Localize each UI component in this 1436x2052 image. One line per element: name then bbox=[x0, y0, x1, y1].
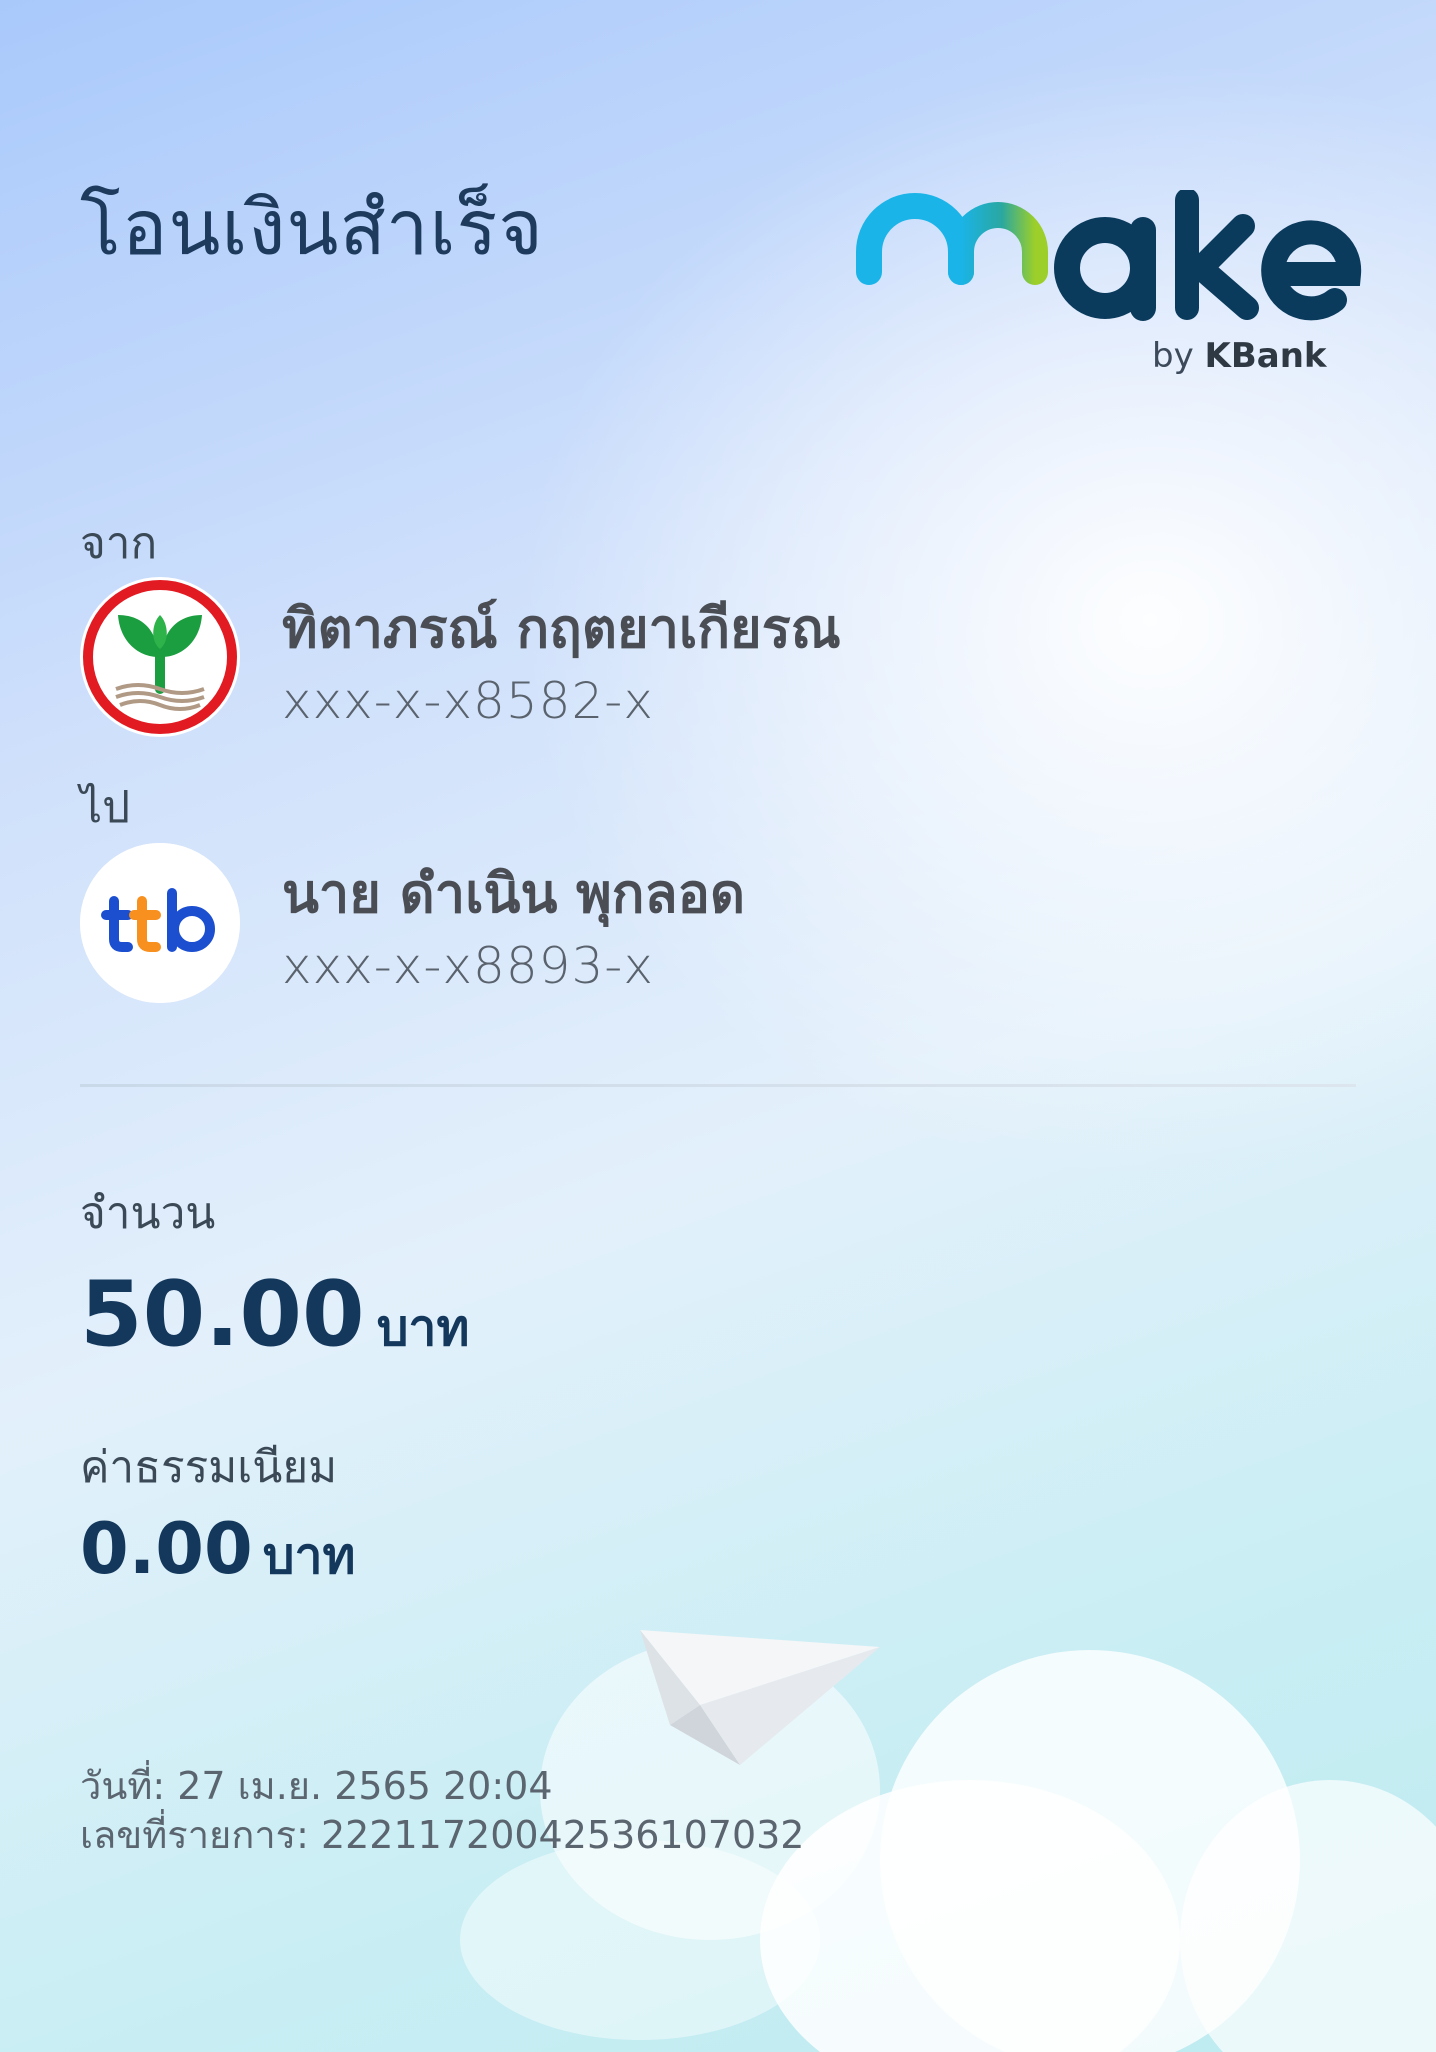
paper-plane-icon bbox=[640, 1630, 880, 1765]
fee-value: 0.00 bbox=[80, 1508, 253, 1590]
fee-value-row: 0.00 บาท bbox=[80, 1508, 356, 1596]
amount-value: 50.00 bbox=[80, 1262, 365, 1367]
divider bbox=[80, 1084, 1356, 1087]
kbank-logo-icon bbox=[80, 577, 240, 737]
recipient-name: นาย ดำเนิน พุกลอด bbox=[282, 862, 746, 925]
page-title: โอนเงินสำเร็จ bbox=[80, 183, 544, 272]
fee-currency: บาท bbox=[262, 1527, 356, 1585]
sender-account: xxx-x-x8582-x bbox=[282, 672, 654, 730]
brand-by-prefix: by bbox=[1152, 336, 1194, 376]
to-label: ไป bbox=[80, 782, 131, 833]
fee-label: ค่าธรรมเนียม bbox=[80, 1442, 338, 1493]
amount-label: จำนวน bbox=[80, 1188, 216, 1239]
ttb-logo-icon bbox=[80, 843, 240, 1003]
amount-value-row: 50.00 บาท bbox=[80, 1262, 469, 1368]
from-label: จาก bbox=[80, 518, 158, 569]
transaction-reference: เลขที่รายการ: 2221172004253610703​2 bbox=[80, 1813, 805, 1857]
brand-byline: by KBank bbox=[1152, 336, 1327, 376]
sender-name: ทิตาภรณ์ กฤตยาเกียรณ bbox=[282, 597, 841, 660]
transfer-slip: โอนเงินสำเร็จ by KBank จาก ทิตาภรณ์ กฤตย… bbox=[0, 0, 1436, 2052]
amount-currency: บาท bbox=[376, 1299, 470, 1357]
recipient-account: xxx-x-x8893-x bbox=[282, 937, 654, 995]
brand-by-bank: KBank bbox=[1204, 336, 1327, 376]
